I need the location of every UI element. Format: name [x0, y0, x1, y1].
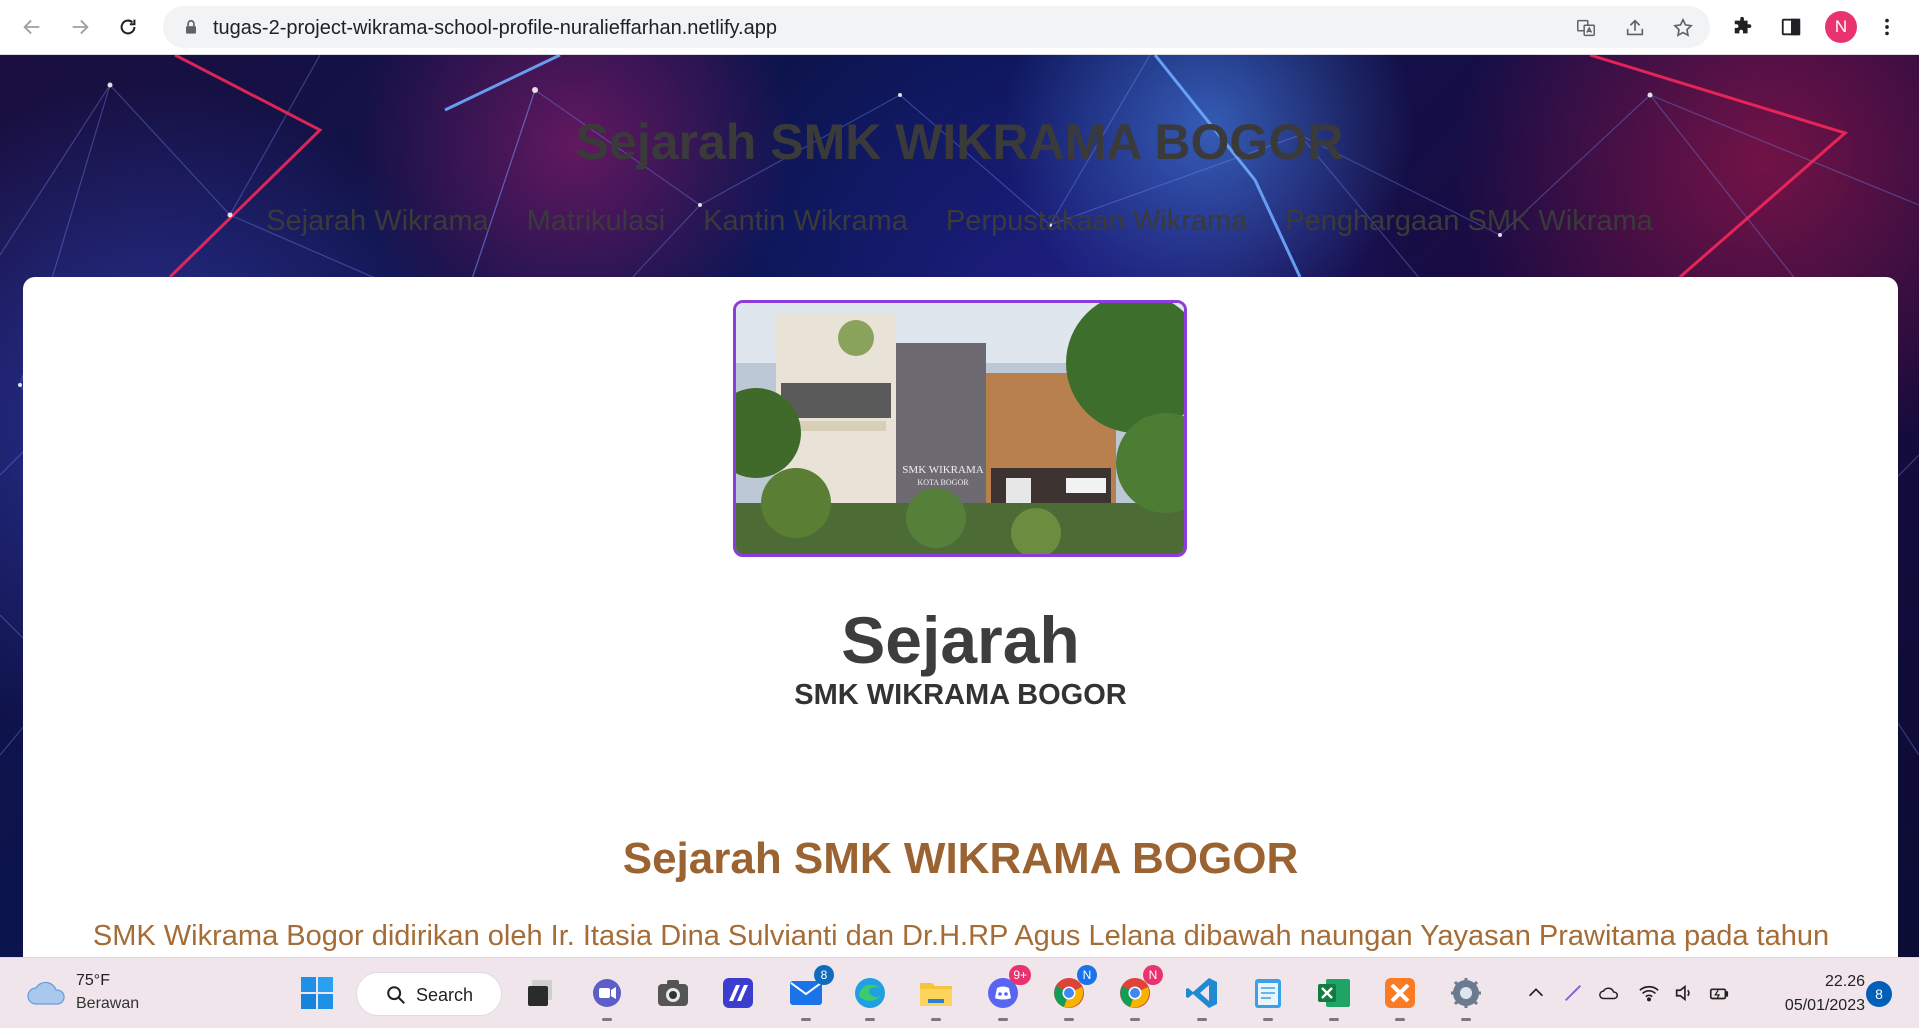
show-hidden-icons-chevron-icon[interactable] — [1523, 980, 1549, 1006]
camera-app-icon[interactable] — [651, 971, 695, 1015]
nav-link-kantin[interactable]: Kantin Wikrama — [703, 205, 908, 238]
page-subheading: SMK WIKRAMA BOGOR — [794, 679, 1127, 711]
browser-toolbar: tugas-2-project-wikrama-school-profile-n… — [0, 0, 1919, 55]
history-paragraph: SMK Wikrama Bogor didirikan oleh Ir. Ita… — [92, 920, 1830, 952]
chrome-icon[interactable]: N — [1047, 965, 1097, 1021]
weather-condition: Berawan — [76, 995, 140, 1012]
vscode-icon[interactable] — [1180, 971, 1224, 1021]
discord-badge: 9+ — [1009, 965, 1031, 985]
taskbar: 75°F Berawan Search 8 9+ N N 22.26 05/01… — [0, 957, 1919, 1028]
page-heading: Sejarah — [841, 603, 1080, 677]
content-card: SMK WIKRAMA KOTA BOGOR Sejarah SMK WIKRA… — [23, 277, 1898, 957]
photo-sign-text: SMK WIKRAMA — [902, 464, 983, 476]
browser-menu-icon[interactable] — [1872, 12, 1902, 42]
url-text: tugas-2-project-wikrama-school-profile-n… — [213, 17, 777, 39]
back-icon[interactable] — [15, 10, 49, 44]
address-bar[interactable]: tugas-2-project-wikrama-school-profile-n… — [163, 6, 1710, 48]
search-label: Search — [416, 985, 474, 1005]
bookmark-star-icon[interactable] — [1670, 15, 1696, 41]
notepad-icon[interactable] — [1246, 971, 1290, 1021]
share-icon[interactable] — [1622, 15, 1648, 41]
battery-icon[interactable] — [1706, 980, 1732, 1006]
mail-badge: 8 — [814, 965, 834, 985]
weather-widget[interactable]: 75°F Berawan — [26, 970, 156, 1018]
lock-icon — [186, 19, 196, 34]
search-icon — [387, 986, 405, 1004]
school-building-photo: SMK WIKRAMA KOTA BOGOR — [733, 300, 1187, 557]
edge-browser-icon[interactable] — [848, 971, 892, 1021]
taskbar-search[interactable]: Search — [356, 972, 502, 1016]
task-view-icon[interactable] — [518, 971, 562, 1015]
forward-icon[interactable] — [63, 10, 97, 44]
weather-temp: 75°F — [76, 972, 110, 989]
reload-icon[interactable] — [111, 10, 145, 44]
site-title: Sejarah SMK WIKRAMA BOGOR — [575, 114, 1344, 170]
wifi-icon[interactable] — [1636, 980, 1662, 1006]
discord-icon[interactable]: 9+ — [981, 965, 1031, 1021]
clock-time: 22.26 — [1824, 973, 1865, 990]
excel-icon[interactable] — [1312, 971, 1356, 1021]
site-nav: Sejarah Wikrama Matrikulasi Kantin Wikra… — [0, 205, 1919, 238]
extensions-puzzle-icon[interactable] — [1728, 12, 1758, 42]
start-windows-icon[interactable] — [295, 971, 339, 1015]
cloud-icon — [27, 981, 65, 1005]
section-title: Sejarah SMK WIKRAMA BOGOR — [622, 834, 1299, 883]
nav-link-sejarah[interactable]: Sejarah Wikrama — [266, 205, 488, 238]
pen-icon[interactable] — [1560, 980, 1586, 1006]
profile-avatar[interactable]: N — [1825, 11, 1857, 43]
nav-link-matrikulasi[interactable]: Matrikulasi — [527, 205, 666, 238]
onedrive-cloud-icon[interactable] — [1596, 980, 1622, 1006]
chrome-icon-second[interactable]: N — [1113, 965, 1163, 1021]
notification-count-badge[interactable]: 8 — [1866, 981, 1892, 1007]
code-editor-icon[interactable] — [716, 971, 760, 1015]
teams-chat-icon[interactable] — [585, 971, 629, 1021]
xampp-icon[interactable] — [1378, 971, 1422, 1021]
webpage: Sejarah SMK WIKRAMA BOGOR Sejarah Wikram… — [0, 55, 1919, 957]
clock-date: 05/01/2023 — [1784, 997, 1865, 1014]
file-explorer-icon[interactable] — [914, 971, 958, 1021]
photo-sign-subtext: KOTA BOGOR — [917, 478, 969, 487]
system-clock[interactable]: 22.26 05/01/2023 — [1755, 970, 1865, 1018]
mail-icon[interactable]: 8 — [784, 965, 834, 1021]
settings-gear-icon[interactable] — [1444, 971, 1488, 1021]
chrome-profile-badge: N — [1077, 965, 1097, 985]
chrome-profile-badge-second: N — [1143, 965, 1163, 985]
side-panel-icon[interactable] — [1776, 12, 1806, 42]
translate-icon[interactable] — [1573, 15, 1599, 41]
nav-link-perpustakaan[interactable]: Perpustakaan Wikrama — [946, 205, 1247, 238]
volume-icon[interactable] — [1671, 980, 1697, 1006]
nav-link-penghargaan[interactable]: Penghargaan SMK Wikrama — [1285, 205, 1653, 238]
